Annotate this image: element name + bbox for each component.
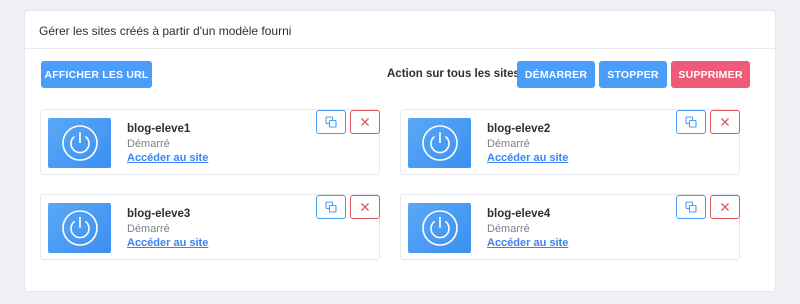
site-card: blog-eleve3 Démarré Accéder au site	[40, 194, 380, 260]
close-button[interactable]	[710, 195, 740, 219]
close-icon	[361, 118, 369, 126]
site-link[interactable]: Accéder au site	[127, 152, 208, 164]
copy-icon	[685, 116, 697, 128]
site-status: Démarré	[127, 223, 170, 235]
power-icon	[421, 210, 458, 246]
close-button[interactable]	[350, 195, 380, 219]
site-card: blog-eleve2 Démarré Accéder au site	[400, 109, 740, 175]
site-link[interactable]: Accéder au site	[127, 237, 208, 249]
copy-button[interactable]	[316, 195, 346, 219]
site-link[interactable]: Accéder au site	[487, 152, 568, 164]
site-thumbnail	[408, 118, 471, 168]
show-urls-button[interactable]: AFFICHER LES URL	[41, 61, 152, 88]
site-card: blog-eleve1 Démarré Accéder au site	[40, 109, 380, 175]
site-card: blog-eleve4 Démarré Accéder au site	[400, 194, 740, 260]
site-link[interactable]: Accéder au site	[487, 237, 568, 249]
close-icon	[721, 203, 729, 211]
copy-icon	[325, 116, 337, 128]
close-icon	[721, 118, 729, 126]
copy-button[interactable]	[676, 110, 706, 134]
close-button[interactable]	[350, 110, 380, 134]
bulk-action-label: Action sur tous les sites :	[387, 68, 527, 80]
copy-button[interactable]	[316, 110, 346, 134]
panel-title: Gérer les sites créés à partir d'un modè…	[25, 11, 775, 49]
power-icon	[61, 210, 98, 246]
sites-panel: Gérer les sites créés à partir d'un modè…	[24, 10, 776, 292]
site-status: Démarré	[487, 223, 530, 235]
site-thumbnail	[48, 118, 111, 168]
close-icon	[361, 203, 369, 211]
copy-icon	[685, 201, 697, 213]
power-icon	[61, 125, 98, 161]
site-name: blog-eleve3	[127, 208, 191, 220]
copy-button[interactable]	[676, 195, 706, 219]
copy-icon	[325, 201, 337, 213]
delete-all-button[interactable]: SUPPRIMER	[671, 61, 750, 88]
site-status: Démarré	[487, 138, 530, 150]
close-button[interactable]	[710, 110, 740, 134]
site-name: blog-eleve2	[487, 123, 551, 135]
start-all-button[interactable]: DÉMARRER	[517, 61, 595, 88]
site-status: Démarré	[127, 138, 170, 150]
site-thumbnail	[408, 203, 471, 253]
stop-all-button[interactable]: STOPPER	[599, 61, 667, 88]
site-thumbnail	[48, 203, 111, 253]
site-name: blog-eleve1	[127, 123, 191, 135]
site-name: blog-eleve4	[487, 208, 551, 220]
power-icon	[421, 125, 458, 161]
